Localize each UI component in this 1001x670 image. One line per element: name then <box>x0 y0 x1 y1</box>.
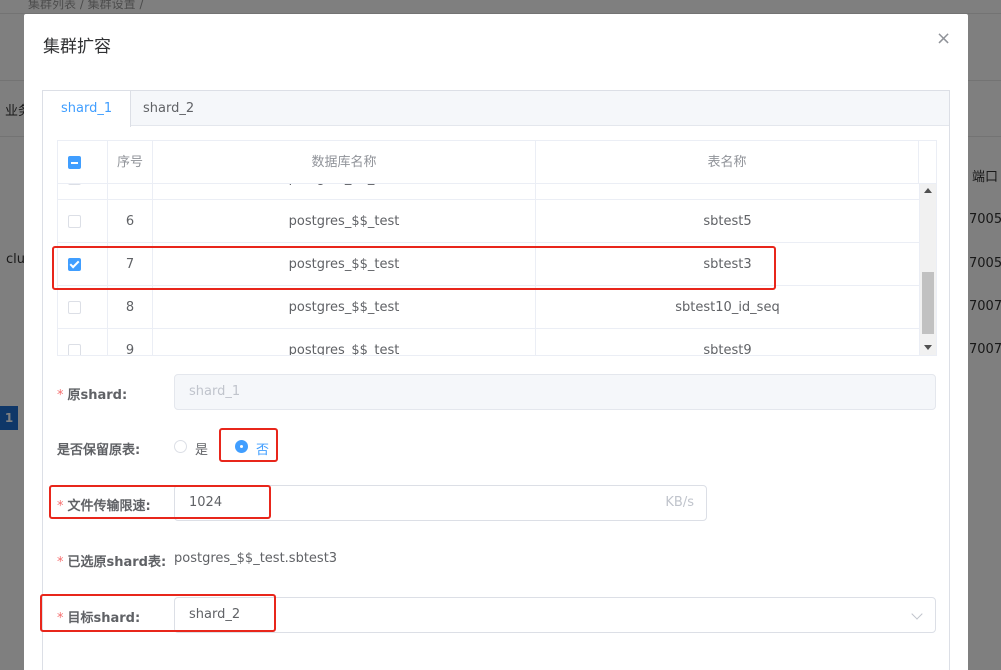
table-row[interactable]: 5 postgres_$$_test sbtest4 <box>58 184 920 200</box>
annotation-box-target-shard <box>40 594 276 632</box>
annotation-box-radio-no <box>219 428 278 462</box>
row-index: 6 <box>108 200 153 243</box>
chevron-down-icon <box>911 608 923 620</box>
row-index: 5 <box>108 184 153 200</box>
table-row[interactable]: 9 postgres_$$_test sbtest9 <box>58 329 920 355</box>
row-checkbox[interactable] <box>68 301 81 314</box>
row-checkbox-cell <box>58 200 108 243</box>
row-checkbox[interactable] <box>68 184 81 185</box>
source-shard-label-text: 原shard: <box>67 388 128 403</box>
annotation-box-speed-limit <box>49 485 271 519</box>
row-table-name: sbtest4 <box>536 184 920 200</box>
row-checkbox-cell <box>58 286 108 329</box>
column-header-database: 数据库名称 <box>153 141 536 184</box>
row-table-name: sbtest5 <box>536 200 920 243</box>
target-shard-select[interactable]: shard_2 <box>174 597 936 633</box>
tabs-header: shard_1 shard_2 <box>43 91 949 127</box>
required-asterisk: * <box>57 388 64 403</box>
scrollbar-thumb[interactable] <box>922 272 934 334</box>
table-row[interactable]: 6 postgres_$$_test sbtest5 <box>58 200 920 243</box>
selected-tables-label-text: 已选原shard表: <box>67 555 167 570</box>
row-index: 9 <box>108 329 153 355</box>
select-all-cell <box>58 141 108 184</box>
row-checkbox-cell <box>58 329 108 355</box>
row-checkbox-cell <box>58 184 108 200</box>
selected-tables-value: postgres_$$_test.sbtest3 <box>174 551 338 566</box>
table-row[interactable]: 8 postgres_$$_test sbtest10_id_seq <box>58 286 920 329</box>
keep-table-yes-radio[interactable]: 是 <box>174 439 214 458</box>
annotation-box-selected-row <box>52 246 776 290</box>
row-table-name: sbtest10_id_seq <box>536 286 920 329</box>
selected-tables-label: * 已选原shard表: <box>57 551 166 570</box>
row-checkbox[interactable] <box>68 344 81 355</box>
cluster-expand-dialog: 集群扩容 × shard_1 shard_2 序号 数据库名称 表名称 5 po… <box>24 14 968 670</box>
row-database: postgres_$$_test <box>153 286 536 329</box>
required-asterisk: * <box>57 555 64 570</box>
source-shard-label: * 原shard: <box>57 384 127 403</box>
keep-table-label: 是否保留原表: <box>57 443 141 458</box>
speed-limit-unit: KB/s <box>665 495 694 510</box>
select-all-checkbox[interactable] <box>68 156 81 169</box>
row-database: postgres_$$_test <box>153 184 536 200</box>
scroll-down-arrow-icon[interactable] <box>924 345 932 350</box>
tab-shard-1[interactable]: shard_1 <box>43 91 132 127</box>
row-database: postgres_$$_test <box>153 200 536 243</box>
dialog-title: 集群扩容 <box>43 37 111 57</box>
table-header: 序号 数据库名称 表名称 <box>58 141 936 184</box>
row-database: postgres_$$_test <box>153 329 536 355</box>
scroll-up-arrow-icon[interactable] <box>924 188 932 193</box>
column-header-table: 表名称 <box>536 141 919 184</box>
source-shard-input[interactable]: shard_1 <box>174 374 936 410</box>
row-table-name: sbtest9 <box>536 329 920 355</box>
column-header-index: 序号 <box>108 141 153 184</box>
row-index: 8 <box>108 286 153 329</box>
radio-label: 是 <box>195 443 209 458</box>
tab-shard-2[interactable]: shard_2 <box>125 91 212 126</box>
radio-circle-icon <box>174 440 187 453</box>
table-scrollbar[interactable] <box>920 184 936 355</box>
close-icon[interactable]: × <box>936 30 951 48</box>
shard-tabs: shard_1 shard_2 序号 数据库名称 表名称 5 postgres_… <box>42 90 950 670</box>
row-checkbox[interactable] <box>68 215 81 228</box>
